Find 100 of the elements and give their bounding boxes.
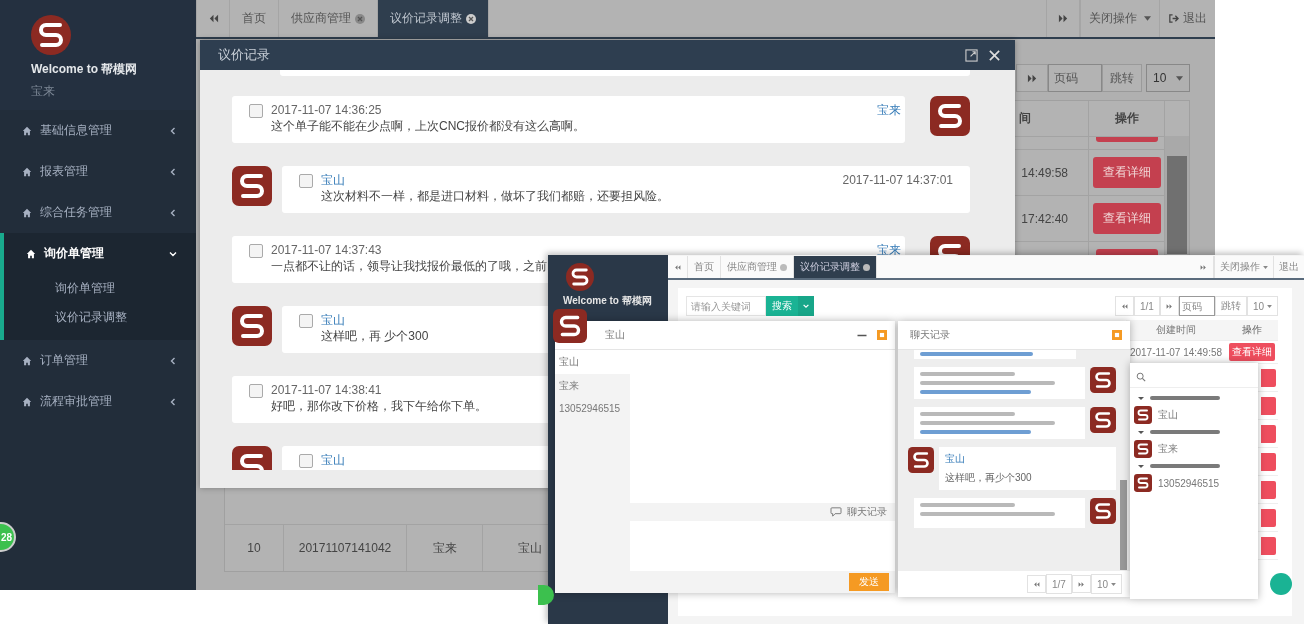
close-menu-dropdown[interactable]: 关闭操作 — [1214, 256, 1273, 278]
previous-page-button[interactable] — [1026, 575, 1046, 593]
home-icon — [22, 166, 32, 177]
next-page-button[interactable] — [1016, 64, 1048, 92]
details-button[interactable] — [1261, 452, 1276, 471]
checkbox[interactable] — [249, 384, 263, 398]
table-cell-text: 2017-11-07 14:49:58 — [1128, 346, 1224, 358]
contact-item[interactable]: 宝来 — [555, 374, 630, 398]
close-icon[interactable] — [988, 48, 1001, 62]
contact-item[interactable]: 宝山 — [555, 350, 630, 374]
home-icon — [22, 355, 32, 366]
page-number-field[interactable]: 页码 — [1048, 64, 1102, 92]
contact-name[interactable]: 13052946515 — [1158, 477, 1220, 489]
details-button[interactable]: 查看详细 — [1092, 203, 1161, 234]
sender-name[interactable]: 宝山 — [945, 452, 965, 466]
previous-page-button[interactable] — [1114, 296, 1134, 316]
checkbox[interactable] — [299, 454, 313, 468]
menu-item[interactable]: 综合任务管理 — [0, 192, 196, 233]
checkbox[interactable] — [249, 104, 263, 118]
chevron-left-icon — [168, 125, 178, 136]
scrollbar-thumb[interactable] — [1167, 156, 1187, 254]
chevron-left-icon — [168, 355, 178, 366]
logo-icon — [566, 263, 594, 291]
menu-item[interactable]: 订单管理 — [0, 340, 196, 381]
details-button[interactable] — [1261, 368, 1276, 387]
page-size-select[interactable]: 10 — [1246, 296, 1278, 316]
details-button[interactable] — [1261, 480, 1276, 499]
details-button[interactable] — [1261, 508, 1276, 527]
tab[interactable]: 议价记录调整 — [794, 256, 877, 278]
search-icon[interactable] — [1136, 372, 1146, 382]
contact-name[interactable]: 宝来 — [1158, 442, 1178, 456]
chevron-left-icon — [168, 166, 178, 177]
close-icon[interactable] — [466, 13, 476, 24]
logo-icon — [31, 15, 71, 55]
chevron-left-icon — [168, 396, 178, 407]
close-menu-dropdown[interactable]: 关闭操作 — [1080, 0, 1159, 37]
message-text: 一点都不让的话，领导让我找报价最低的了哦，之前 — [271, 258, 547, 275]
sender-name[interactable]: 宝来 — [877, 102, 901, 118]
double-right-icon — [1200, 263, 1207, 271]
chevron-down-icon — [802, 302, 810, 310]
minimize-icon[interactable] — [857, 333, 867, 337]
avatar-icon — [1090, 407, 1116, 433]
menu-item[interactable]: 询价单管理 — [0, 233, 196, 274]
logout-button[interactable]: 退出 — [1159, 0, 1215, 37]
scroll-left-button[interactable] — [196, 0, 230, 37]
jump-button[interactable]: 跳转 — [1214, 296, 1247, 316]
sender-name[interactable]: 宝来 — [877, 242, 901, 258]
home-icon — [26, 248, 36, 259]
details-button[interactable] — [1261, 396, 1276, 415]
maximize-icon[interactable] — [965, 48, 978, 62]
expand-icon — [1138, 430, 1144, 434]
contact-item[interactable]: 13052946515 — [555, 398, 630, 419]
avatar-icon — [232, 166, 272, 206]
sender-name[interactable]: 宝山 — [321, 312, 345, 328]
details-button[interactable]: 查看详细 — [1092, 157, 1161, 188]
logout-button[interactable]: 退出 — [1273, 256, 1304, 278]
tab[interactable]: 首页 — [230, 0, 279, 37]
details-button[interactable] — [1261, 424, 1276, 443]
search-button[interactable]: 搜索 — [766, 296, 798, 316]
double-right-icon — [1026, 72, 1038, 84]
sender-name[interactable]: 宝山 — [321, 452, 345, 468]
notification-badge: 28 — [0, 522, 16, 552]
message-text: 好吧，那你改下价格，我下午给你下单。 — [271, 398, 487, 415]
page-size-select[interactable]: 10 — [1090, 574, 1122, 594]
menu-item[interactable]: 流程审批管理 — [0, 381, 196, 422]
chat-bubble-icon — [830, 507, 842, 517]
tab[interactable]: 首页 — [688, 256, 721, 278]
chat-history-link[interactable]: 聊天记录 — [847, 505, 887, 519]
scroll-right-button[interactable] — [1046, 0, 1080, 37]
message-text: 这次材料不一样，都是进口材料，做坏了我们都赔，还要担风险。 — [321, 188, 669, 205]
double-left-icon — [1032, 580, 1040, 588]
page-number-field[interactable]: 页码 — [1178, 296, 1215, 316]
menu-item[interactable]: 基础信息管理 — [0, 110, 196, 151]
user-name: 宝来 — [31, 83, 55, 100]
jump-button[interactable]: 跳转 — [1102, 64, 1142, 92]
page-size-select[interactable]: 10 — [1146, 64, 1190, 92]
close-icon[interactable] — [863, 263, 870, 271]
double-right-icon — [1077, 580, 1085, 588]
menu-item[interactable]: 报表管理 — [0, 151, 196, 192]
close-icon[interactable] — [355, 13, 365, 24]
dropdown-button[interactable] — [798, 296, 814, 316]
search-field[interactable]: 请输入关键词 — [686, 296, 766, 316]
submenu-item[interactable]: 询价单管理 — [4, 274, 196, 303]
details-button[interactable]: 查看详细 — [1229, 343, 1275, 361]
sender-name[interactable]: 宝山 — [321, 172, 345, 188]
checkbox[interactable] — [299, 174, 313, 188]
message-time: 2017-11-07 14:37:43 — [271, 242, 382, 258]
submenu-item[interactable]: 议价记录调整 — [4, 303, 196, 332]
double-right-icon — [1165, 302, 1173, 310]
contact-name[interactable]: 宝山 — [1158, 408, 1178, 422]
double-left-icon — [674, 263, 681, 271]
checkbox[interactable] — [249, 244, 263, 258]
tab[interactable]: 议价记录调整 — [378, 0, 489, 37]
avatar-icon — [1090, 367, 1116, 393]
details-button[interactable] — [1261, 536, 1276, 555]
checkbox[interactable] — [299, 314, 313, 328]
caret-icon — [1267, 304, 1272, 308]
scrollbar-thumb[interactable] — [1120, 480, 1127, 570]
page-indicator: 1/7 — [1045, 574, 1072, 594]
scrollbar[interactable] — [1165, 136, 1189, 256]
